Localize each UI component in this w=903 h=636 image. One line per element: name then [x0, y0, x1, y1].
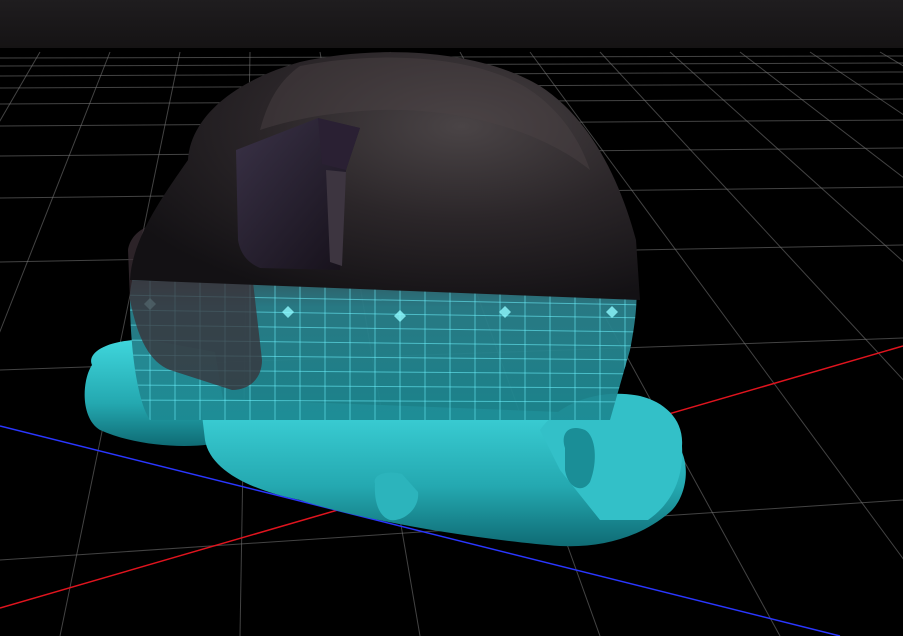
3d-viewport[interactable] [0, 0, 903, 636]
model-shell [130, 52, 640, 300]
3d-model-icon[interactable] [84, 52, 686, 547]
scene-canvas[interactable] [0, 0, 903, 636]
